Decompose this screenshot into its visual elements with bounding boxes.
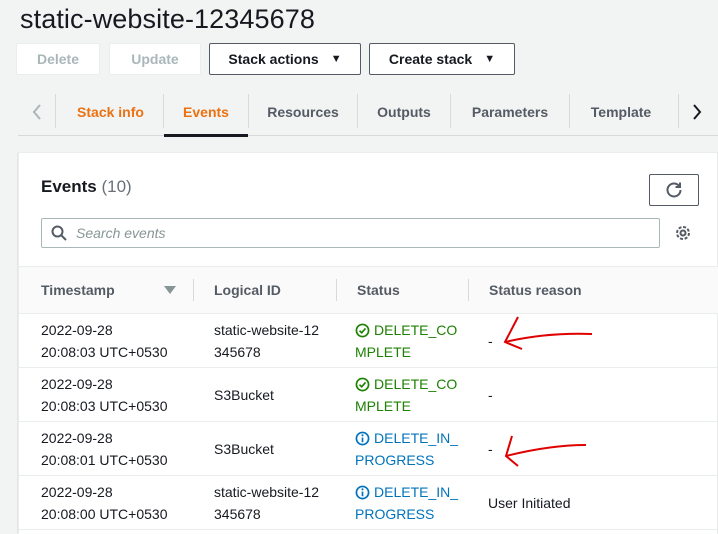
- status-cell: DELETE_IN_PROGRESS: [355, 427, 465, 471]
- status-text: DELETE_IN_PROGRESS: [355, 430, 459, 468]
- logical-id-cell: S3Bucket: [214, 441, 274, 457]
- tab-bar: Stack info Events Resources Outputs Para…: [18, 88, 718, 137]
- tab-resources[interactable]: Resources: [249, 88, 357, 135]
- column-header-timestamp[interactable]: Timestamp: [41, 267, 115, 313]
- check-circle-icon: [355, 377, 370, 392]
- stack-actions-button[interactable]: Stack actions ▼: [209, 43, 361, 75]
- chevron-right-icon: [693, 103, 702, 120]
- logical-id-cell: static-website-12345678: [214, 322, 320, 360]
- check-circle-icon: [355, 323, 370, 338]
- events-title: Events: [41, 177, 97, 196]
- events-panel: Events (10) Timestamp Logical ID Status …: [18, 152, 718, 534]
- tab-outputs[interactable]: Outputs: [358, 88, 450, 135]
- timestamp-date: 2022-09-28: [41, 322, 113, 338]
- column-header-status[interactable]: Status: [357, 267, 400, 313]
- annotation-arrow-icon: [504, 435, 587, 467]
- table-header: Timestamp Logical ID Status Status reaso…: [19, 266, 718, 314]
- status-cell: DELETE_COMPLETE: [355, 319, 465, 363]
- tab-parameters[interactable]: Parameters: [451, 88, 569, 135]
- timestamp-cell: 2022-09-28 20:08:01 UTC+0530: [41, 427, 191, 471]
- search-box: [41, 218, 660, 248]
- stack-actions-label: Stack actions: [228, 51, 319, 67]
- caret-down-icon: ▼: [330, 53, 342, 65]
- page-title: static-website-12345678: [20, 4, 315, 34]
- table-row[interactable]: 2022-09-28 20:08:00 UTC+0530 static-webs…: [19, 476, 718, 530]
- timestamp-date: 2022-09-28: [41, 484, 113, 500]
- events-count: (10): [101, 177, 132, 196]
- status-reason-cell: -: [488, 387, 493, 403]
- timestamp-time: 20:08:01 UTC+0530: [41, 452, 168, 468]
- status-reason-cell: -: [488, 333, 493, 349]
- status-text: DELETE_COMPLETE: [355, 322, 458, 360]
- events-heading: Events (10): [41, 177, 132, 197]
- search-icon: [51, 225, 67, 241]
- table-row[interactable]: 2022-09-28 20:08:03 UTC+0530 static-webs…: [19, 314, 718, 368]
- search-input[interactable]: [76, 224, 646, 242]
- timestamp-date: 2022-09-28: [41, 376, 113, 392]
- timestamp-time: 20:08:00 UTC+0530: [41, 506, 168, 522]
- timestamp-time: 20:08:03 UTC+0530: [41, 398, 168, 414]
- status-text: DELETE_IN_PROGRESS: [355, 484, 459, 522]
- create-stack-button[interactable]: Create stack ▼: [369, 43, 515, 75]
- column-header-logical-id[interactable]: Logical ID: [214, 267, 281, 313]
- refresh-icon: [666, 182, 682, 198]
- info-circle-icon: [355, 485, 370, 500]
- status-reason-cell: User Initiated: [488, 495, 571, 511]
- tabs-scroll-left-button[interactable]: [22, 88, 52, 135]
- status-cell: DELETE_COMPLETE: [355, 373, 465, 417]
- annotation-arrow-icon: [503, 316, 593, 350]
- info-circle-icon: [355, 431, 370, 446]
- timestamp-cell: 2022-09-28 20:08:03 UTC+0530: [41, 319, 191, 363]
- refresh-button[interactable]: [649, 174, 699, 206]
- table-row[interactable]: 2022-09-28 20:08:03 UTC+0530 S3Bucket DE…: [19, 368, 718, 422]
- chevron-left-icon: [32, 103, 41, 120]
- create-stack-label: Create stack: [388, 51, 473, 67]
- caret-down-icon: ▼: [484, 53, 496, 65]
- tab-events[interactable]: Events: [164, 88, 248, 137]
- timestamp-cell: 2022-09-28 20:08:00 UTC+0530: [41, 481, 191, 525]
- timestamp-cell: 2022-09-28 20:08:03 UTC+0530: [41, 373, 191, 417]
- tab-template[interactable]: Template: [570, 88, 672, 135]
- column-header-status-reason[interactable]: Status reason: [489, 267, 582, 313]
- status-cell: DELETE_IN_PROGRESS: [355, 481, 465, 525]
- table-row[interactable]: 2022-09-28 20:08:01 UTC+0530 S3Bucket DE…: [19, 422, 718, 476]
- timestamp-date: 2022-09-28: [41, 430, 113, 446]
- status-text: DELETE_COMPLETE: [355, 376, 458, 414]
- status-reason-cell: -: [488, 441, 493, 457]
- update-button[interactable]: Update: [109, 43, 201, 75]
- tabs-scroll-right-button[interactable]: [682, 88, 712, 135]
- gear-icon[interactable]: [674, 224, 692, 242]
- tab-stack-info[interactable]: Stack info: [58, 88, 163, 135]
- sort-caret-down-icon[interactable]: [164, 286, 176, 294]
- logical-id-cell: S3Bucket: [214, 387, 274, 403]
- logical-id-cell: static-website-12345678: [214, 484, 320, 522]
- timestamp-time: 20:08:03 UTC+0530: [41, 344, 168, 360]
- delete-button[interactable]: Delete: [16, 43, 100, 75]
